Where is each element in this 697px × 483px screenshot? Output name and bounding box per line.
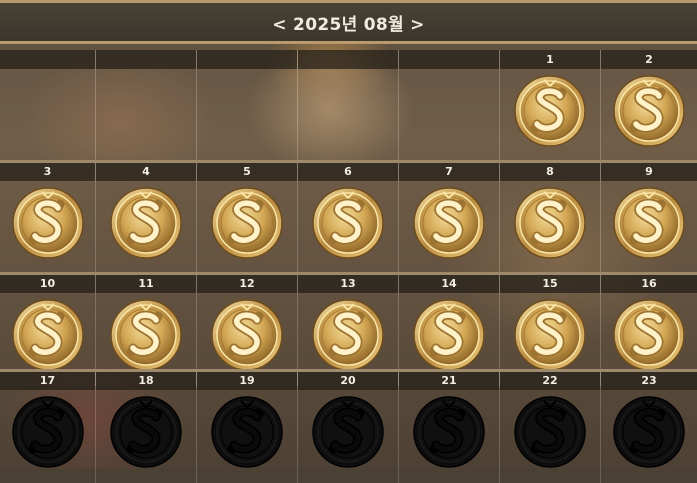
- calendar-week-row: 17 18 19 20 21 22 23: [0, 371, 697, 483]
- day-number: 9: [601, 162, 697, 181]
- s-coin-icon-claimed[interactable]: [513, 74, 587, 148]
- day-number: [96, 50, 196, 69]
- calendar-day-20[interactable]: 20: [298, 371, 399, 483]
- calendar-day-6[interactable]: 6: [298, 162, 399, 274]
- calendar-day-1[interactable]: 1: [500, 50, 601, 162]
- day-number: 23: [601, 371, 697, 390]
- calendar-day-17[interactable]: 17: [0, 371, 96, 483]
- day-number: 18: [96, 371, 196, 390]
- day-number: 15: [500, 274, 600, 293]
- day-number: 14: [399, 274, 499, 293]
- day-number: [0, 50, 95, 69]
- s-coin-icon-claimed[interactable]: [513, 186, 587, 260]
- calendar-empty-cell: [0, 50, 96, 162]
- calendar-day-2[interactable]: 2: [601, 50, 697, 162]
- s-coin-icon-unclaimed[interactable]: [311, 395, 385, 469]
- day-cell-body: [298, 69, 398, 162]
- s-coin-icon-unclaimed[interactable]: [11, 395, 85, 469]
- s-coin-icon-claimed[interactable]: [109, 298, 183, 372]
- calendar-day-22[interactable]: 22: [500, 371, 601, 483]
- calendar-day-7[interactable]: 7: [399, 162, 500, 274]
- week-divider: [0, 160, 697, 163]
- day-cell-body: [0, 69, 95, 162]
- day-number: 13: [298, 274, 398, 293]
- day-number: 22: [500, 371, 600, 390]
- s-coin-icon-claimed[interactable]: [612, 186, 686, 260]
- day-number: 11: [96, 274, 196, 293]
- s-coin-icon-claimed[interactable]: [612, 298, 686, 372]
- calendar-week-row: 3456789: [0, 162, 697, 274]
- calendar-empty-cell: [399, 50, 500, 162]
- day-number: 3: [0, 162, 95, 181]
- day-number: 1: [500, 50, 600, 69]
- day-number: 17: [0, 371, 95, 390]
- day-number: 4: [96, 162, 196, 181]
- s-coin-icon-claimed[interactable]: [612, 74, 686, 148]
- s-coin-icon-claimed[interactable]: [513, 298, 587, 372]
- calendar-day-9[interactable]: 9: [601, 162, 697, 274]
- s-coin-icon-claimed[interactable]: [11, 298, 85, 372]
- s-coin-icon-claimed[interactable]: [412, 186, 486, 260]
- s-coin-icon-unclaimed[interactable]: [513, 395, 587, 469]
- week-divider: [0, 272, 697, 275]
- s-coin-icon-claimed[interactable]: [210, 186, 284, 260]
- calendar-empty-cell: [197, 50, 298, 162]
- calendar-day-5[interactable]: 5: [197, 162, 298, 274]
- calendar-day-8[interactable]: 8: [500, 162, 601, 274]
- day-number: 6: [298, 162, 398, 181]
- attendance-calendar-grid: 1 2 3 4 5 6 7 8 9 10 11 12 13 14 15 16 17 18 19 20 21 22 23: [0, 50, 697, 483]
- s-coin-icon-claimed[interactable]: [11, 186, 85, 260]
- day-cell-body: [96, 69, 196, 162]
- day-number: 16: [601, 274, 697, 293]
- day-number: 5: [197, 162, 297, 181]
- day-number: [399, 50, 499, 69]
- s-coin-icon-unclaimed[interactable]: [612, 395, 686, 469]
- calendar-empty-cell: [96, 50, 197, 162]
- s-coin-icon-claimed[interactable]: [311, 298, 385, 372]
- calendar-week-row: 12: [0, 50, 697, 162]
- calendar-day-23[interactable]: 23: [601, 371, 697, 483]
- day-number: 7: [399, 162, 499, 181]
- calendar-day-19[interactable]: 19: [197, 371, 298, 483]
- day-number: 19: [197, 371, 297, 390]
- s-coin-icon-claimed[interactable]: [210, 298, 284, 372]
- day-number: 10: [0, 274, 95, 293]
- day-number: 2: [601, 50, 697, 69]
- day-number: [197, 50, 297, 69]
- s-coin-icon-claimed[interactable]: [311, 186, 385, 260]
- s-coin-icon-unclaimed[interactable]: [412, 395, 486, 469]
- calendar-day-21[interactable]: 21: [399, 371, 500, 483]
- day-number: 8: [500, 162, 600, 181]
- month-title[interactable]: < 2025년 08월 >: [272, 10, 424, 35]
- day-number: 12: [197, 274, 297, 293]
- s-coin-icon-unclaimed[interactable]: [109, 395, 183, 469]
- calendar-empty-cell: [298, 50, 399, 162]
- day-number: 21: [399, 371, 499, 390]
- calendar-header: < 2025년 08월 >: [0, 0, 697, 44]
- s-coin-icon-unclaimed[interactable]: [210, 395, 284, 469]
- week-divider: [0, 369, 697, 372]
- day-cell-body: [399, 69, 499, 162]
- day-cell-body: [197, 69, 297, 162]
- day-number: 20: [298, 371, 398, 390]
- calendar-day-18[interactable]: 18: [96, 371, 197, 483]
- s-coin-icon-claimed[interactable]: [109, 186, 183, 260]
- calendar-day-3[interactable]: 3: [0, 162, 96, 274]
- s-coin-icon-claimed[interactable]: [412, 298, 486, 372]
- day-number: [298, 50, 398, 69]
- calendar-day-4[interactable]: 4: [96, 162, 197, 274]
